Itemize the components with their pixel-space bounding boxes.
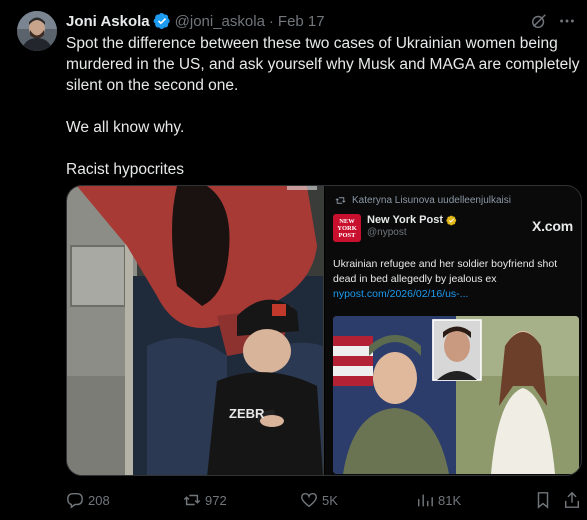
author-avatar[interactable] [17,11,57,51]
tweet-text-line: murdered in the US, and ask yourself why… [66,56,580,73]
like-count: 5K [322,492,338,508]
views-count: 81K [438,492,462,508]
separator-dot: · [268,12,274,30]
reply-count: 208 [88,492,110,508]
quoted-text: Ukrainian refugee and her soldier boyfri… [333,257,579,302]
x-brand-label: X.com [531,218,573,234]
shirt-text: ZEBR [229,406,265,421]
tweet-date[interactable]: Feb 17 [278,13,325,30]
repost-small-icon [335,197,346,204]
views-button[interactable]: 81K [416,490,461,510]
more-icon[interactable] [557,11,577,31]
verified-badge-icon[interactable] [153,12,171,30]
tweet-header: Joni Askola @joni_askola · Feb 17 [66,11,577,31]
quoted-post-screenshot[interactable]: Kateryna Lisunova uudelleenjulkaisi NEW … [324,186,581,475]
repost-indicator: Kateryna Lisunova uudelleenjulkaisi [335,195,511,206]
repost-count: 972 [205,492,227,508]
repost-label: Kateryna Lisunova uudelleenjulkaisi [352,195,511,206]
tweet-text-line: silent on the second one. [66,77,239,94]
views-icon [417,494,433,507]
like-button[interactable]: 5K [300,490,338,510]
grok-icon[interactable] [529,11,549,31]
share-button[interactable] [563,490,581,510]
nypost-logo: NEW YORK POST [333,214,361,242]
author-name[interactable]: Joni Askola [66,13,150,30]
cctv-photo[interactable]: ZEBR [67,186,324,475]
reply-icon [67,492,83,509]
quoted-photo [333,316,579,474]
quoted-header: NEW YORK POST New York Post @nypost X.co… [333,214,573,242]
tweet-text: Spot the difference between these two ca… [66,33,581,180]
repost-icon [183,494,201,506]
like-icon [301,492,317,508]
share-icon [564,491,580,508]
quoted-body: Ukrainian refugee and her soldier boyfri… [333,258,558,285]
bookmark-icon [537,492,549,509]
tweet-actions: 208 972 5K 81K [66,490,581,510]
quoted-handle: @nypost [367,227,407,238]
author-handle[interactable]: @joni_askola [175,13,265,30]
reply-button[interactable]: 208 [66,490,110,510]
tweet-text-line: Spot the difference between these two ca… [66,35,558,52]
gold-verified-icon [446,215,457,225]
tweet-text-line: Racist hypocrites [66,161,185,178]
tweet-media[interactable]: ZEBR Kateryna Lisunova uudelleenjulkaisi… [66,185,582,476]
bookmark-button[interactable] [534,490,552,510]
tweet-text-line: We all know why. [66,119,185,136]
quoted-name: New York Post [367,214,444,226]
quoted-link: nypost.com/2026/02/16/us-... [333,288,469,300]
repost-button[interactable]: 972 [183,490,227,510]
